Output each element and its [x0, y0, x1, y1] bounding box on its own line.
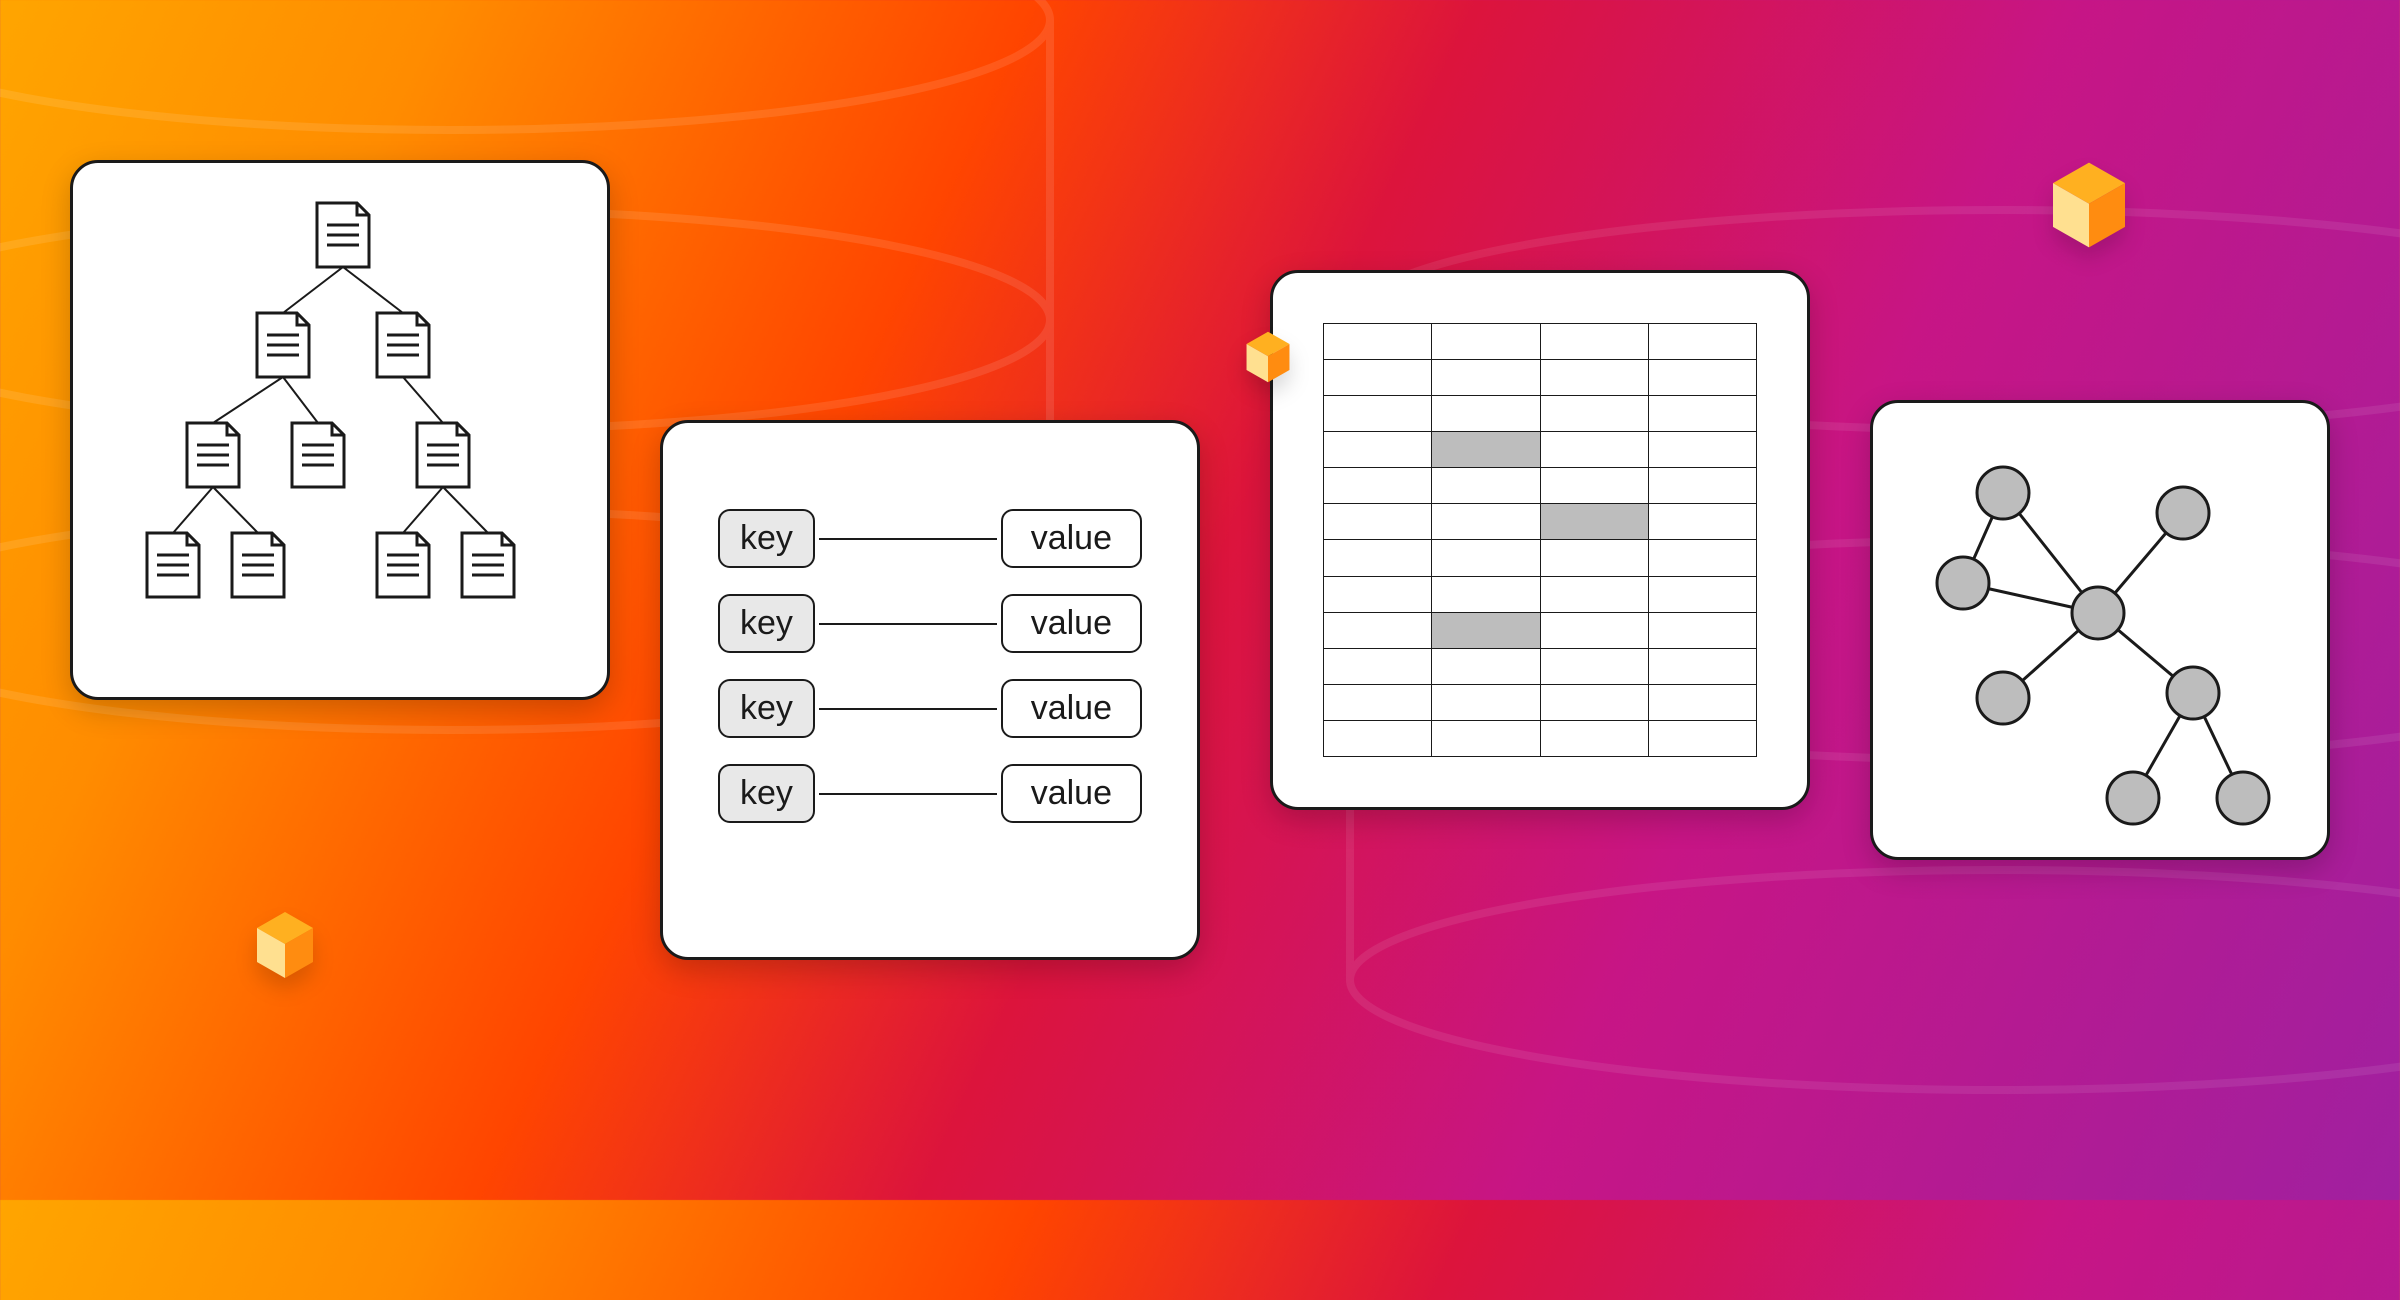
- table-cell: [1648, 612, 1756, 648]
- table-cell: [1324, 540, 1432, 576]
- table-cell: [1540, 432, 1648, 468]
- table-cell: [1648, 684, 1756, 720]
- table-cell: [1324, 324, 1432, 360]
- table-cell: [1540, 360, 1648, 396]
- kv-connector: [819, 708, 997, 710]
- kv-row: key value: [718, 679, 1142, 738]
- table-cell: [1648, 468, 1756, 504]
- kv-connector: [819, 793, 997, 795]
- cube-icon: [255, 910, 315, 980]
- kv-key: key: [718, 594, 815, 653]
- table-cell: [1432, 468, 1540, 504]
- table-cell: [1540, 396, 1648, 432]
- kv-value: value: [1001, 764, 1142, 823]
- table-cell: [1648, 360, 1756, 396]
- table-cell: [1648, 540, 1756, 576]
- table-cell: [1324, 504, 1432, 540]
- table-cell: [1540, 648, 1648, 684]
- kv-value: value: [1001, 594, 1142, 653]
- table-cell: [1540, 504, 1648, 540]
- table-cell: [1432, 540, 1540, 576]
- table-cell: [1432, 684, 1540, 720]
- key-value-card: key value key value key value key value: [660, 420, 1200, 960]
- table-cell: [1324, 468, 1432, 504]
- graph-network-icon: [1873, 403, 2333, 863]
- table-cell: [1324, 648, 1432, 684]
- kv-value: value: [1001, 679, 1142, 738]
- table-cell: [1432, 504, 1540, 540]
- kv-row: key value: [718, 764, 1142, 823]
- table-cell: [1324, 432, 1432, 468]
- kv-key: key: [718, 764, 815, 823]
- table-cell: [1648, 432, 1756, 468]
- table-cell: [1432, 324, 1540, 360]
- table-cell: [1540, 720, 1648, 756]
- table-cell: [1648, 396, 1756, 432]
- graph-network-card: [1870, 400, 2330, 860]
- table-cell: [1432, 720, 1540, 756]
- kv-key: key: [718, 509, 815, 568]
- kv-key: key: [718, 679, 815, 738]
- kv-connector: [819, 623, 997, 625]
- table-cell: [1432, 396, 1540, 432]
- table-cell: [1324, 684, 1432, 720]
- table-cell: [1648, 648, 1756, 684]
- table-cell: [1540, 468, 1648, 504]
- table-cell: [1324, 576, 1432, 612]
- document-tree-card: [70, 160, 610, 700]
- document-tree-icon: [73, 163, 613, 703]
- cube-icon: [2050, 160, 2128, 250]
- cube-icon: [1245, 330, 1291, 384]
- table-cell: [1540, 576, 1648, 612]
- table-cell: [1540, 684, 1648, 720]
- table-cell: [1648, 576, 1756, 612]
- columnar-table: [1323, 323, 1757, 757]
- table-cell: [1432, 432, 1540, 468]
- table-cell: [1648, 504, 1756, 540]
- table-cell: [1432, 612, 1540, 648]
- table-cell: [1324, 612, 1432, 648]
- kv-row: key value: [718, 509, 1142, 568]
- table-cell: [1648, 324, 1756, 360]
- table-cell: [1432, 576, 1540, 612]
- table-cell: [1324, 720, 1432, 756]
- columnar-table-card: [1270, 270, 1810, 810]
- table-cell: [1540, 324, 1648, 360]
- kv-connector: [819, 538, 997, 540]
- kv-value: value: [1001, 509, 1142, 568]
- table-cell: [1324, 360, 1432, 396]
- kv-row: key value: [718, 594, 1142, 653]
- table-cell: [1540, 612, 1648, 648]
- table-cell: [1432, 648, 1540, 684]
- table-cell: [1432, 360, 1540, 396]
- table-cell: [1540, 540, 1648, 576]
- table-cell: [1648, 720, 1756, 756]
- table-cell: [1324, 396, 1432, 432]
